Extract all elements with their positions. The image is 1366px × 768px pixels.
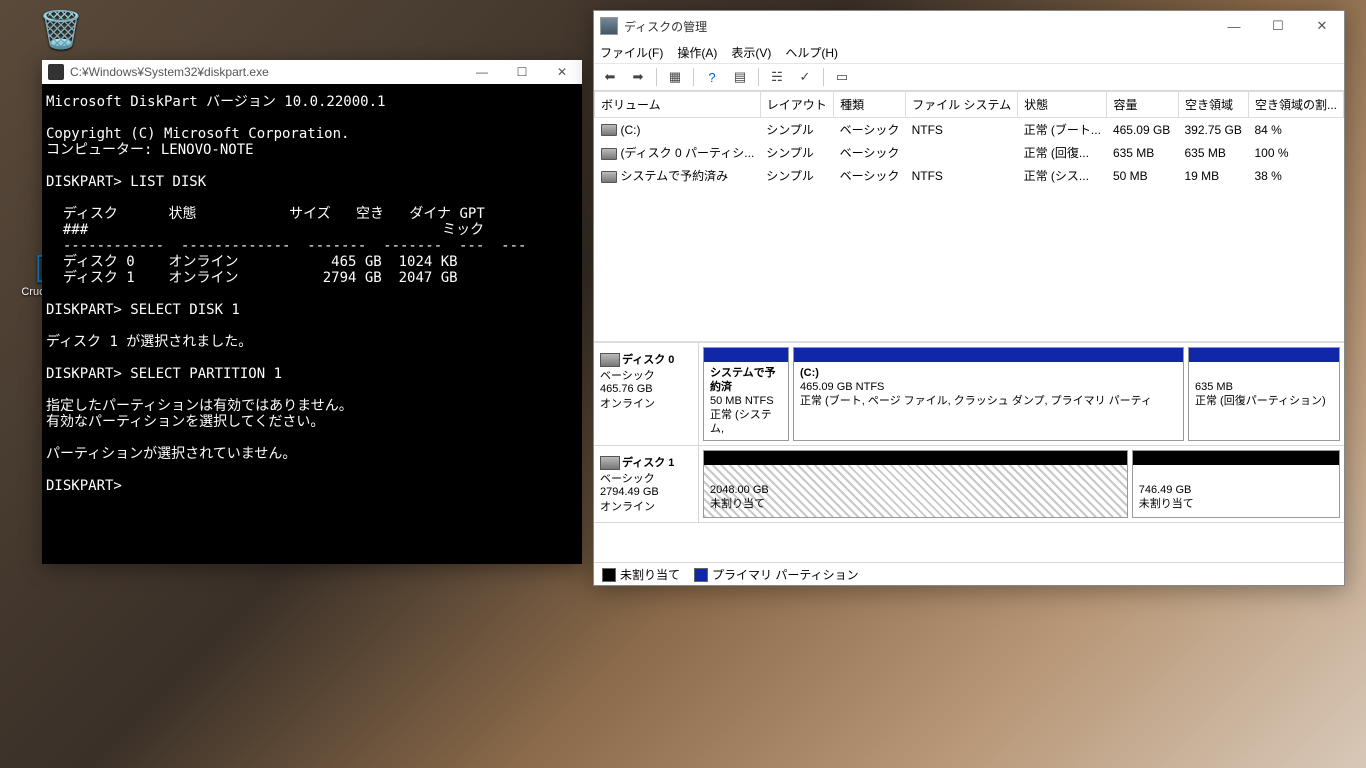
dm-toolbar: ⬅ ➡ ▦ ? ▤ ☵ ✓ ▭ (594, 64, 1344, 91)
disk-row-1[interactable]: ディスク 1 ベーシック 2794.49 GB オンライン 2048.00 GB… (594, 446, 1344, 523)
trash-icon: 🗑️ (24, 10, 98, 50)
partition-system-reserved[interactable]: システムで予約済50 MB NTFS正常 (システム, (703, 347, 789, 441)
col-layout[interactable]: レイアウト (760, 92, 833, 118)
dm-app-icon (600, 17, 618, 35)
dm-title-text: ディスクの管理 (624, 18, 1212, 35)
toolbar-icon[interactable]: ▤ (728, 65, 752, 89)
col-capacity[interactable]: 容量 (1107, 92, 1179, 118)
toolbar-icon[interactable]: ☵ (765, 65, 789, 89)
col-volume[interactable]: ボリューム (595, 92, 761, 118)
volume-row[interactable]: (C:)シンプルベーシックNTFS正常 (ブート...465.09 GB392.… (595, 118, 1344, 142)
maximize-button[interactable]: ☐ (502, 60, 542, 84)
recycle-bin-icon[interactable]: 🗑️ (24, 10, 98, 50)
disk-icon (600, 456, 620, 470)
col-pct[interactable]: 空き領域の割... (1248, 92, 1343, 118)
close-button[interactable]: ✕ (542, 60, 582, 84)
partition-unallocated-1[interactable]: 2048.00 GB未割り当て (703, 450, 1128, 518)
col-status[interactable]: 状態 (1018, 92, 1107, 118)
volume-row[interactable]: (ディスク 0 パーティシ...シンプルベーシック正常 (回復...635 MB… (595, 141, 1344, 164)
toolbar-icon[interactable]: ✓ (793, 65, 817, 89)
console-icon (48, 64, 64, 80)
help-icon[interactable]: ? (700, 65, 724, 89)
volume-list[interactable]: ボリューム レイアウト 種類 ファイル システム 状態 容量 空き領域 空き領域… (594, 91, 1344, 343)
menu-help[interactable]: ヘルプ(H) (785, 44, 838, 61)
forward-button[interactable]: ➡ (626, 65, 650, 89)
back-button[interactable]: ⬅ (598, 65, 622, 89)
close-button[interactable]: ✕ (1300, 11, 1344, 41)
console-titlebar[interactable]: C:¥Windows¥System32¥diskpart.exe — ☐ ✕ (42, 60, 582, 84)
minimize-button[interactable]: — (1212, 11, 1256, 41)
disk-graphical-view[interactable]: ディスク 0 ベーシック 465.76 GB オンライン システムで予約済50 … (594, 343, 1344, 562)
partition-recovery[interactable]: 635 MB正常 (回復パーティション) (1188, 347, 1340, 441)
menu-view[interactable]: 表示(V) (731, 44, 771, 61)
toolbar-icon[interactable]: ▦ (663, 65, 687, 89)
col-free[interactable]: 空き領域 (1178, 92, 1248, 118)
disk-management-window[interactable]: ディスクの管理 — ☐ ✕ ファイル(F) 操作(A) 表示(V) ヘルプ(H)… (593, 10, 1345, 586)
dm-menubar[interactable]: ファイル(F) 操作(A) 表示(V) ヘルプ(H) (594, 41, 1344, 64)
toolbar-icon[interactable]: ▭ (830, 65, 854, 89)
disk-icon (600, 353, 620, 367)
legend-swatch-primary (694, 568, 708, 582)
console-output[interactable]: Microsoft DiskPart バージョン 10.0.22000.1 Co… (42, 84, 582, 498)
legend-swatch-unallocated (602, 568, 616, 582)
partition-unallocated-2[interactable]: 746.49 GB未割り当て (1132, 450, 1340, 518)
menu-file[interactable]: ファイル(F) (600, 44, 663, 61)
maximize-button[interactable]: ☐ (1256, 11, 1300, 41)
col-type[interactable]: 種類 (834, 92, 906, 118)
dm-legend: 未割り当て プライマリ パーティション (594, 562, 1344, 585)
disk-header[interactable]: ディスク 1 ベーシック 2794.49 GB オンライン (594, 446, 699, 522)
diskpart-console-window[interactable]: C:¥Windows¥System32¥diskpart.exe — ☐ ✕ M… (42, 60, 582, 564)
menu-action[interactable]: 操作(A) (677, 44, 717, 61)
disk-row-0[interactable]: ディスク 0 ベーシック 465.76 GB オンライン システムで予約済50 … (594, 343, 1344, 446)
console-title-text: C:¥Windows¥System32¥diskpart.exe (70, 65, 462, 79)
col-fs[interactable]: ファイル システム (906, 92, 1018, 118)
minimize-button[interactable]: — (462, 60, 502, 84)
disk-header[interactable]: ディスク 0 ベーシック 465.76 GB オンライン (594, 343, 699, 445)
volume-row[interactable]: システムで予約済みシンプルベーシックNTFS正常 (シス...50 MB19 M… (595, 164, 1344, 187)
partition-c[interactable]: (C:)465.09 GB NTFS正常 (ブート, ページ ファイル, クラッ… (793, 347, 1184, 441)
dm-titlebar[interactable]: ディスクの管理 — ☐ ✕ (594, 11, 1344, 41)
